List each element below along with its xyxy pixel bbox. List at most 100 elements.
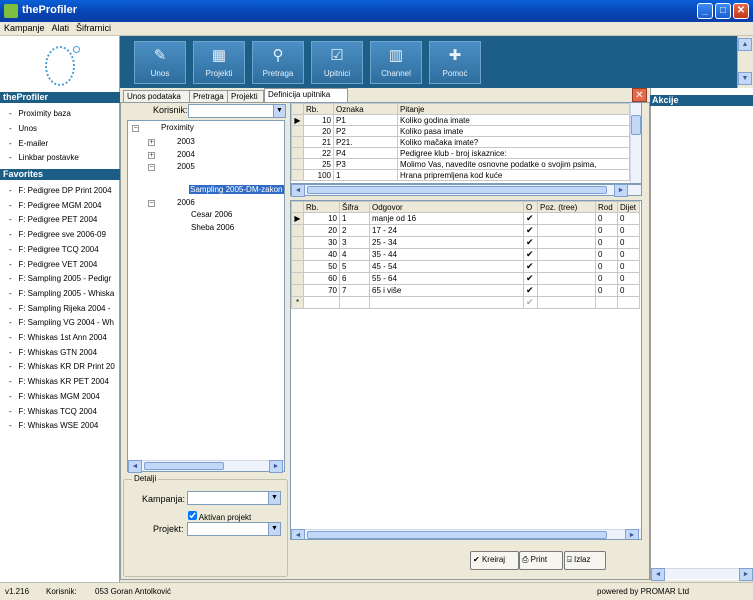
column-header[interactable]: Pitanje [397,103,630,115]
table-cell[interactable]: P2 [333,125,398,137]
answers-horizontal-scrollbar[interactable]: ◄ ► [291,529,641,539]
table-cell[interactable]: 50 [303,260,340,273]
column-header[interactable]: O [523,201,538,213]
akcije-horizontal-scrollbar[interactable]: ◄ ► [651,568,753,581]
scroll-left-icon[interactable]: ◄ [291,184,305,197]
aktivan-projekt-checkbox[interactable] [188,511,197,520]
toolbar-button-upitnici[interactable]: ☑ Upitnici [311,41,363,84]
checkbox-cell[interactable]: ✔ [523,224,538,237]
scroll-thumb[interactable] [631,115,641,135]
table-cell[interactable]: 25 - 34 [369,236,524,249]
table-cell[interactable] [537,224,596,237]
projekt-select[interactable]: ▼ [187,522,281,536]
favorite-item[interactable]: - F: Whiskas TCQ 2004 [9,407,119,416]
chevron-down-icon[interactable]: ▼ [268,492,280,504]
nav-item-unos[interactable]: - Unos [9,124,119,133]
column-header[interactable]: Dijet [617,201,640,213]
scroll-thumb[interactable] [307,186,607,194]
favorite-item[interactable]: - F: Sampling 2005 - Whiska [9,289,119,298]
print-button[interactable]: ⎙ Print [519,551,563,570]
table-cell[interactable]: 45 - 54 [369,260,524,273]
tree-node-cesar-2006[interactable]: Cesar 2006 [191,210,232,219]
tree-collapse-icon[interactable]: − [132,125,139,132]
table-cell[interactable]: manje od 16 [369,212,524,225]
checkbox-cell[interactable]: ✔ [523,212,538,225]
table-cell[interactable]: Hrana pripremljena kod kuće [397,169,630,181]
table-cell[interactable]: 10 [303,212,340,225]
table-row[interactable]: 40 4 35 - 44 ✔ 0 0 [291,248,640,261]
kreiraj-button[interactable]: ✔ Kreiraj [470,551,519,570]
table-cell[interactable]: 30 [303,236,340,249]
column-header[interactable]: Rb. [303,103,334,115]
table-row[interactable]: 20 P2 Koliko pasa imate [291,125,630,137]
checkbox-cell[interactable]: ✔ [523,248,538,261]
table-row[interactable]: 21 P21. Koliko mačaka imate? [291,136,630,148]
table-cell[interactable]: Koliko mačaka imate? [397,136,630,148]
nav-item-e-mailer[interactable]: - E-mailer [9,139,119,148]
minimize-button[interactable]: _ [697,3,713,19]
checkbox-cell[interactable]: ✔ [523,272,538,285]
table-row[interactable]: 20 2 17 - 24 ✔ 0 0 [291,224,640,237]
table-cell[interactable]: Koliko godina imate [397,114,630,126]
table-cell[interactable]: 5 [339,260,370,273]
scroll-right-icon[interactable]: ► [739,568,753,581]
toolbar-button-projekti[interactable]: ▦ Projekti [193,41,245,84]
table-row[interactable]: ▶ 10 1 manje od 16 ✔ 0 0 [291,212,640,225]
scroll-right-icon[interactable]: ► [269,460,283,473]
scroll-left-icon[interactable]: ◄ [128,460,142,473]
table-cell[interactable]: 0 [595,260,618,273]
tab-definicija-upitnika[interactable]: Definicija upitnika [264,88,348,103]
toolbar-button-pomoc[interactable]: ✚ Pomoć [429,41,481,84]
table-cell[interactable]: 0 [617,260,640,273]
new-row[interactable]: * ✔ [291,296,640,309]
tree-node-2005[interactable]: 2005 [177,162,195,171]
favorite-item[interactable]: - F: Pedigree TCQ 2004 [9,245,119,254]
column-header[interactable]: Odgovor [369,201,524,213]
favorite-item[interactable]: - F: Whiskas KR PET 2004 [9,377,119,386]
column-header[interactable]: Šifra [339,201,370,213]
menu-alati[interactable]: Alati [48,22,73,33]
table-cell[interactable]: P1 [333,114,398,126]
table-cell[interactable] [537,272,596,285]
table-cell[interactable]: 1 [333,169,398,181]
column-header[interactable]: Poz. (tree) [537,201,596,213]
kampanja-select[interactable]: ▼ [187,491,281,505]
column-header[interactable]: Rb. [303,201,340,213]
table-cell[interactable]: 6 [339,272,370,285]
scroll-left-icon[interactable]: ◄ [291,529,305,539]
tree-collapse-icon[interactable]: − [148,200,155,207]
table-cell[interactable]: 65 i više [369,284,524,297]
favorite-item[interactable]: - F: Sampling VG 2004 - Wh [9,318,119,327]
table-cell[interactable]: 0 [595,212,618,225]
table-cell[interactable]: 55 - 64 [369,272,524,285]
scroll-down-icon[interactable]: ▼ [738,72,752,85]
table-row[interactable]: 25 P3 Molimo Vas, navedite osnovne podatke… [291,158,630,170]
tree-node-2006[interactable]: 2006 [177,198,195,207]
table-cell[interactable]: 21 [303,136,334,148]
favorite-item[interactable]: - F: Whiskas KR DR Print 20 [9,362,119,371]
chevron-down-icon[interactable]: ▼ [273,105,285,117]
checkbox-cell[interactable]: ✔ [523,236,538,249]
table-cell[interactable]: 3 [339,236,370,249]
table-cell[interactable]: Koliko pasa imate [397,125,630,137]
table-cell[interactable]: 100 [303,169,334,181]
table-cell[interactable]: 0 [617,224,640,237]
table-cell[interactable]: 60 [303,272,340,285]
table-cell[interactable]: P3 [333,158,398,170]
close-button[interactable]: ✕ [733,3,749,19]
table-cell[interactable] [537,248,596,261]
column-header[interactable]: Oznaka [333,103,398,115]
favorite-item[interactable]: - F: Pedigree sve 2006-09 [9,230,119,239]
table-row[interactable]: 22 P4 Pedigree klub - broj iskaznice: [291,147,630,159]
table-cell[interactable]: 35 - 44 [369,248,524,261]
questions-horizontal-scrollbar[interactable]: ◄ ► [290,184,642,197]
table-cell[interactable]: 0 [617,236,640,249]
izlaz-button[interactable]: ⍈ Izlaz [564,551,606,570]
menu-sifrarnici[interactable]: Šifrarnici [72,22,114,33]
tree-node-2004[interactable]: 2004 [177,150,195,159]
scroll-right-icon[interactable]: ► [625,529,639,539]
table-cell[interactable]: 22 [303,147,334,159]
tree-node-sheba-2006[interactable]: Sheba 2006 [191,223,234,232]
korisnik-select[interactable]: ▼ [188,104,286,118]
table-cell[interactable]: 0 [617,284,640,297]
